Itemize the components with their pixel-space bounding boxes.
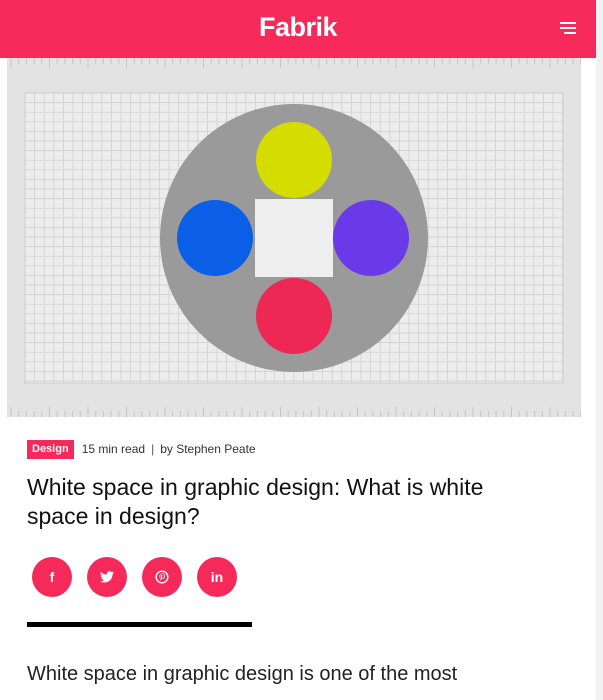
left-dot [177, 200, 253, 276]
linkedin-icon: in [210, 569, 224, 585]
pinterest-share-button[interactable] [142, 557, 182, 597]
section-divider [27, 622, 252, 627]
scrollbar[interactable] [596, 0, 603, 700]
facebook-share-button[interactable]: f [32, 557, 72, 597]
hamburger-menu-icon[interactable] [560, 22, 576, 36]
hero-illustration [7, 58, 581, 417]
linkedin-share-button[interactable]: in [197, 557, 237, 597]
share-buttons: f in [32, 557, 252, 597]
article-intro: White space in graphic design is one of … [27, 663, 458, 685]
top-navigation-bar: Fabrik [0, 0, 596, 58]
author-byline: by Stephen Peate [160, 442, 256, 456]
top-dot [256, 122, 332, 198]
meta-separator: | [151, 442, 155, 456]
site-logo[interactable]: Fabrik [0, 12, 596, 43]
pinterest-icon [155, 570, 169, 584]
facebook-icon: f [49, 569, 55, 585]
twitter-share-button[interactable] [87, 557, 127, 597]
category-tag[interactable]: Design [27, 439, 74, 459]
read-time: 15 min read [81, 442, 146, 456]
right-dot [333, 200, 409, 276]
bottom-dot [256, 278, 332, 354]
center-square [255, 199, 333, 277]
article-title: White space in graphic design: What is w… [27, 474, 484, 529]
twitter-icon [100, 571, 114, 583]
article-meta: Design 15 min read | by Stephen Peate [27, 439, 256, 459]
